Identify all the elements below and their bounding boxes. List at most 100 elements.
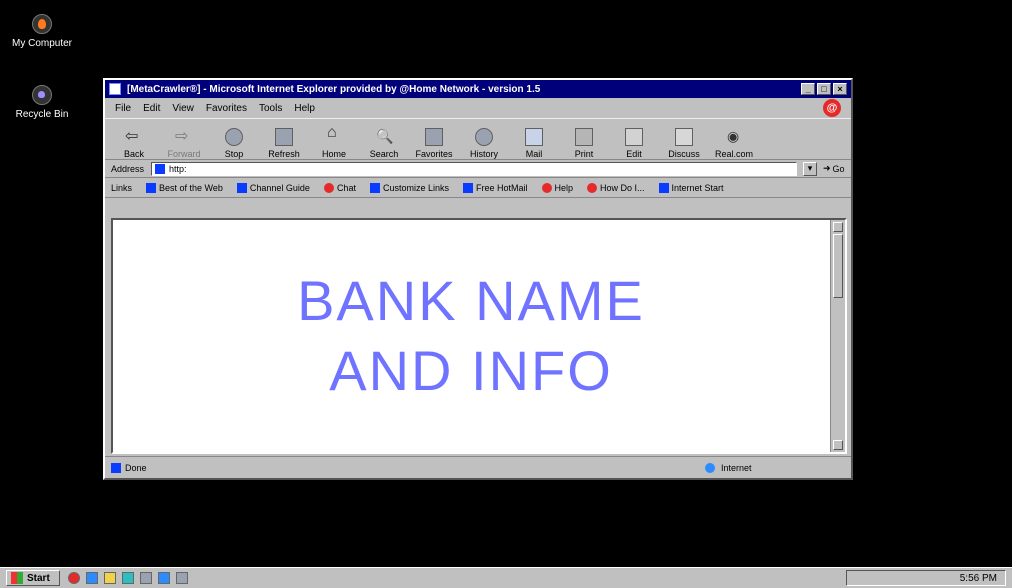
standard-toolbar: Back Forward Stop Refresh Home Search Fa… <box>105 118 851 160</box>
scroll-up-button[interactable] <box>833 222 843 232</box>
clock: 5:56 PM <box>959 572 997 584</box>
vertical-scrollbar[interactable] <box>830 220 845 452</box>
toolbar-print-label: Print <box>574 149 594 159</box>
go-button[interactable]: ➜ Go <box>823 163 845 174</box>
discuss-icon <box>675 128 693 146</box>
address-input[interactable]: http: <box>151 161 797 176</box>
search-icon <box>375 128 393 146</box>
security-zone: Internet <box>705 462 845 473</box>
address-dropdown-button[interactable]: ▾ <box>803 161 817 176</box>
ie-page-icon <box>146 182 157 193</box>
status-bar: Done Internet <box>105 456 851 478</box>
show-desktop-icon[interactable] <box>176 572 188 584</box>
toolbar-discuss-button[interactable]: Discuss <box>667 128 701 159</box>
ie-page-icon <box>658 182 669 193</box>
internet-explorer-icon[interactable] <box>86 572 98 584</box>
toolbar-forward-label: Forward <box>167 149 201 159</box>
link-channel-guide[interactable]: Channel Guide <box>236 182 310 193</box>
folder-icon[interactable] <box>104 572 116 584</box>
window-title: [MetaCrawler®] - Microsoft Internet Expl… <box>127 83 541 95</box>
at-home-icon <box>587 182 598 193</box>
toolbar-favorites-label: Favorites <box>415 149 453 159</box>
toolbar-refresh-button[interactable]: Refresh <box>267 128 301 159</box>
system-tray: 5:56 PM <box>846 570 1006 586</box>
toolbar-stop-label: Stop <box>224 149 244 159</box>
link-internet-start[interactable]: Internet Start <box>658 182 724 193</box>
toolbar-stop-button[interactable]: Stop <box>217 128 251 159</box>
link-label: Internet Start <box>671 182 724 193</box>
home-network-logo: @ <box>823 99 841 117</box>
page-heading-line-1: BANK NAME <box>297 269 645 332</box>
toolbar-mail-button[interactable]: Mail <box>517 128 551 159</box>
toolbar-favorites-button[interactable]: Favorites <box>415 128 453 159</box>
stop-icon <box>225 128 243 146</box>
toolbar-back-label: Back <box>123 149 144 159</box>
toolbar-realcom-button[interactable]: Real.com <box>715 128 753 159</box>
link-label: Chat <box>336 182 356 193</box>
menu-file[interactable]: File <box>115 103 131 114</box>
link-free-hotmail[interactable]: Free HotMail <box>462 182 528 193</box>
link-best-of-web[interactable]: Best of the Web <box>146 182 223 193</box>
go-arrow-icon: ➜ <box>823 163 831 173</box>
print-icon <box>575 128 593 146</box>
desktop-icon-recycle-bin[interactable]: Recycle Bin <box>2 85 82 120</box>
link-how-do-i[interactable]: How Do I... <box>587 182 645 193</box>
at-home-icon <box>541 182 552 193</box>
history-icon <box>475 128 493 146</box>
scroll-down-button[interactable] <box>833 440 843 450</box>
toolbar-home-label: Home <box>321 149 346 159</box>
recycle-bin-icon <box>32 85 52 105</box>
start-label: Start <box>27 572 50 584</box>
address-bar: Address http: ▾ ➜ Go <box>105 160 851 178</box>
ie-page-icon <box>369 182 380 193</box>
toolbar-search-label: Search <box>369 149 399 159</box>
menu-help[interactable]: Help <box>294 103 315 114</box>
ie-page-icon <box>462 182 473 193</box>
link-label: Free HotMail <box>475 182 528 193</box>
mail-icon[interactable] <box>158 572 170 584</box>
toolbar-history-button[interactable]: History <box>467 128 501 159</box>
toolbar-back-button[interactable]: Back <box>117 126 151 159</box>
toolbar-history-label: History <box>469 149 498 159</box>
maximize-button[interactable]: □ <box>817 83 831 95</box>
toolbar-mail-label: Mail <box>525 149 543 159</box>
zone-label: Internet <box>721 462 752 473</box>
page-heading-line-2: AND INFO <box>329 339 613 402</box>
links-bar: Links Best of the Web Channel Guide Chat… <box>105 178 851 198</box>
menu-view[interactable]: View <box>172 103 194 114</box>
toolbar-search-button[interactable]: Search <box>367 128 401 159</box>
toolbar-print-button[interactable]: Print <box>567 128 601 159</box>
favorites-icon <box>425 128 443 146</box>
settings-icon[interactable] <box>140 572 152 584</box>
back-arrow-icon <box>125 126 143 146</box>
window-titlebar[interactable]: [MetaCrawler®] - Microsoft Internet Expl… <box>105 80 851 98</box>
minimize-button[interactable]: _ <box>801 83 815 95</box>
close-button[interactable]: × <box>833 83 847 95</box>
menu-favorites[interactable]: Favorites <box>206 103 247 114</box>
toolbar-edit-label: Edit <box>626 149 642 159</box>
link-help[interactable]: Help <box>541 182 573 193</box>
toolbar-edit-button[interactable]: Edit <box>617 128 651 159</box>
ie-page-icon <box>236 182 247 193</box>
refresh-icon <box>275 128 293 146</box>
menu-tools[interactable]: Tools <box>259 103 282 114</box>
toolbar-forward-button[interactable]: Forward <box>167 126 201 159</box>
toolbar-home-button[interactable]: Home <box>317 124 351 159</box>
link-label: How Do I... <box>600 182 645 193</box>
at-home-icon <box>323 182 334 193</box>
link-label: Best of the Web <box>159 182 223 193</box>
media-icon[interactable] <box>122 572 134 584</box>
link-chat[interactable]: Chat <box>323 182 356 193</box>
at-home-icon[interactable] <box>68 572 80 584</box>
desktop-icon-my-computer[interactable]: My Computer <box>2 14 82 49</box>
address-label: Address <box>111 163 145 174</box>
windows-logo-icon <box>11 572 23 584</box>
ie-page-icon <box>155 163 165 174</box>
link-customize-links[interactable]: Customize Links <box>369 182 449 193</box>
realcom-icon <box>725 128 743 146</box>
home-icon <box>325 124 343 146</box>
menu-edit[interactable]: Edit <box>143 103 160 114</box>
start-button[interactable]: Start <box>6 570 60 586</box>
page-content: BANK NAME AND INFO <box>113 220 829 452</box>
scroll-thumb[interactable] <box>833 234 843 298</box>
